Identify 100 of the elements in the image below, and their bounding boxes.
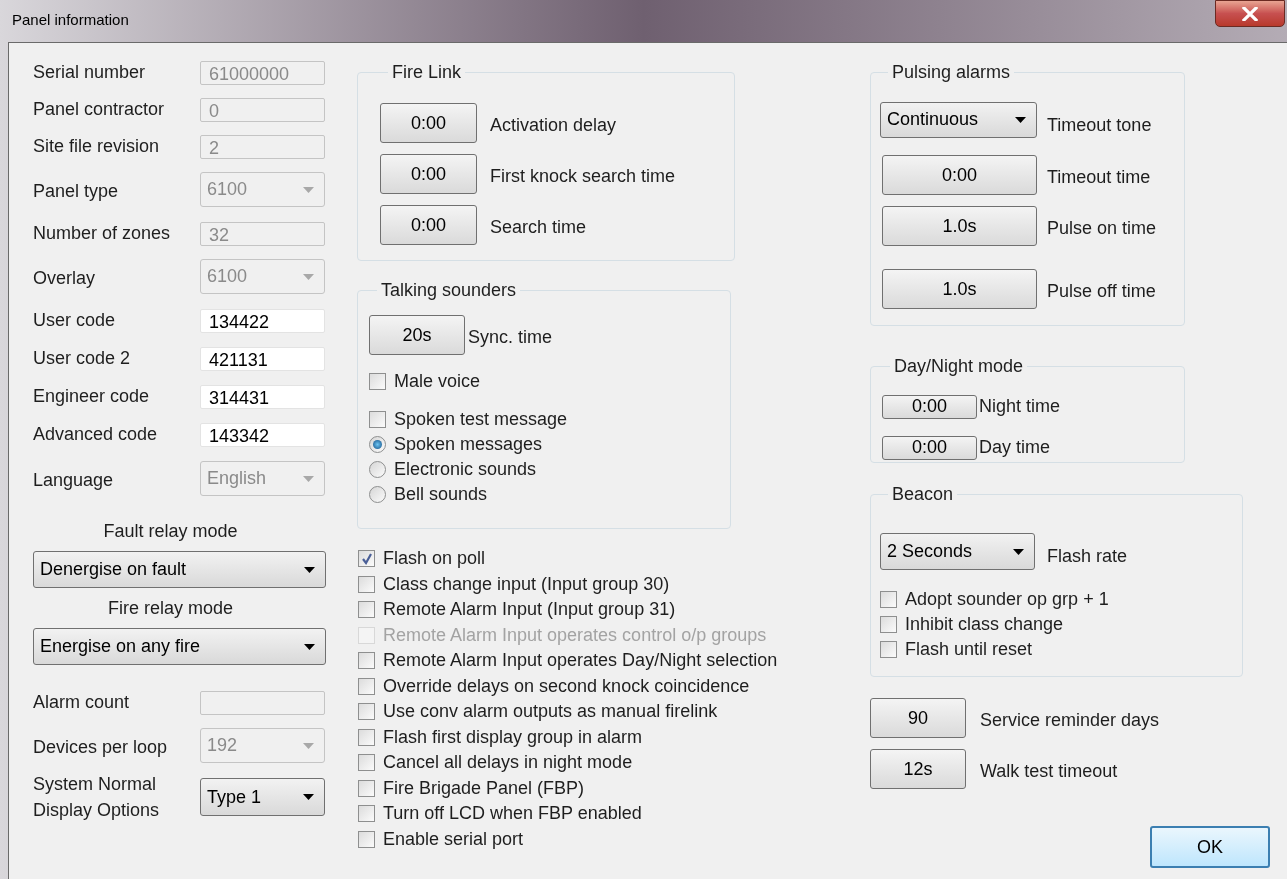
dropdown[interactable]: Type 1 <box>200 778 325 816</box>
field-label: User code 2 <box>33 347 132 370</box>
relay-mode-label: Fault relay mode <box>103 519 238 543</box>
checkbox[interactable] <box>358 754 375 772</box>
value-button[interactable]: 0:00 <box>882 394 977 419</box>
field-label: Panel type <box>33 180 120 202</box>
dropdown-arrow-icon <box>1015 116 1026 123</box>
checkbox-label: Remote Alarm Input operates control o/p groups <box>383 623 767 647</box>
value-button[interactable]: 1.0s <box>882 269 1037 309</box>
field-label: Advanced code <box>33 423 159 446</box>
close-button[interactable] <box>1215 0 1285 27</box>
checkbox[interactable] <box>369 411 386 428</box>
radio-button[interactable] <box>369 486 386 503</box>
group-title: Fire Link <box>391 61 463 83</box>
dropdown[interactable]: 2 Seconds <box>880 533 1035 570</box>
input-field[interactable]: 314431 <box>200 385 325 409</box>
field-label: Number of zones <box>33 222 172 245</box>
dropdown[interactable]: Continuous <box>880 101 1037 138</box>
checkbox[interactable] <box>358 652 375 670</box>
checkbox[interactable] <box>358 575 375 593</box>
checkbox-label: Class change input (Input group 30) <box>383 572 670 596</box>
dropdown-arrow-icon <box>303 186 314 193</box>
relay-mode-label: Fire relay mode <box>107 596 233 620</box>
checkbox[interactable] <box>358 601 375 619</box>
value-button[interactable]: 0:00 <box>882 435 977 460</box>
checkbox[interactable] <box>880 616 897 633</box>
setting-label: Day time <box>979 436 1050 459</box>
dropdown-arrow-icon <box>303 794 314 800</box>
value-button[interactable]: 90 <box>870 698 966 738</box>
radio-button[interactable] <box>369 436 386 453</box>
value-button[interactable]: 20s <box>369 315 465 355</box>
radio-label: Spoken messages <box>394 433 543 456</box>
setting-label: Timeout time <box>1047 165 1151 189</box>
checkbox-label: Flash on poll <box>383 547 486 571</box>
setting-label: Search time <box>490 215 587 239</box>
checkbox[interactable] <box>358 728 375 746</box>
input-field[interactable]: 421131 <box>200 347 325 371</box>
checkbox-label: Adopt sounder op grp + 1 <box>905 588 1109 611</box>
input-field[interactable]: 134422 <box>200 309 325 333</box>
field-label: Serial number <box>33 61 147 84</box>
checkbox-label: Enable serial port <box>383 827 524 851</box>
dropdown[interactable]: Denergise on fault <box>33 551 326 588</box>
dropdown-arrow-icon <box>303 742 314 749</box>
checkbox-label: Use conv alarm outputs as manual firelink <box>383 700 718 724</box>
checkbox[interactable] <box>358 779 375 797</box>
field-label: Language <box>33 469 115 491</box>
checkbox-label: Override delays on second knock coincidence <box>383 674 750 698</box>
setting-label: Activation delay <box>490 113 617 137</box>
setting-label: Pulse on time <box>1047 216 1157 240</box>
checkbox[interactable] <box>880 591 897 608</box>
checkbox[interactable] <box>358 830 375 848</box>
group-title: Talking sounders <box>380 279 518 301</box>
checkbox-label: Turn off LCD when FBP enabled <box>383 802 642 826</box>
value-button[interactable]: 0:00 <box>380 205 477 245</box>
setting-label: Flash rate <box>1047 545 1128 568</box>
value-button[interactable]: 0:00 <box>882 155 1037 195</box>
checkbox-label: Remote Alarm Input (Input group 31) <box>383 598 676 622</box>
checkbox-label: Spoken test message <box>394 408 568 431</box>
group-title: Day/Night mode <box>893 355 1025 377</box>
dropdown-arrow-icon <box>303 475 314 482</box>
field-label: Devices per loop <box>33 736 169 758</box>
field-label: Alarm count <box>33 691 131 714</box>
field-label: User code <box>33 309 117 332</box>
dropdown-arrow-icon <box>303 273 314 280</box>
close-icon <box>1242 6 1258 21</box>
setting-label: Night time <box>979 395 1061 418</box>
setting-label: Pulse off time <box>1047 279 1156 303</box>
dropdown-arrow-icon <box>304 566 315 573</box>
checkbox[interactable] <box>358 677 375 695</box>
setting-label: Timeout tone <box>1047 114 1152 137</box>
dropdown[interactable]: Energise on any fire <box>33 628 326 665</box>
value-button[interactable]: 0:00 <box>380 103 477 143</box>
checkbox-label: Male voice <box>394 370 481 393</box>
value-button[interactable]: 0:00 <box>380 154 477 194</box>
radio-label: Bell sounds <box>394 483 488 506</box>
field-label: Engineer code <box>33 385 151 408</box>
radio-button[interactable] <box>369 461 386 478</box>
setting-label: Service reminder days <box>980 708 1160 732</box>
radio-label: Electronic sounds <box>394 458 537 481</box>
group-title: Pulsing alarms <box>891 61 1012 83</box>
checkbox-label: Fire Brigade Panel (FBP) <box>383 776 585 800</box>
input-field[interactable]: 143342 <box>200 423 325 447</box>
setting-label: Sync. time <box>468 325 553 349</box>
checkbox-label: Remote Alarm Input operates Day/Night selection <box>383 649 778 673</box>
setting-label: Walk test timeout <box>980 759 1118 783</box>
checkbox[interactable] <box>358 805 375 823</box>
checkbox[interactable] <box>358 703 375 721</box>
checkbox[interactable] <box>369 373 386 390</box>
checkbox[interactable] <box>358 550 375 568</box>
checkbox-label: Cancel all delays in night mode <box>383 751 633 775</box>
field-label: Site file revision <box>33 135 161 158</box>
dropdown-arrow-icon <box>304 643 315 650</box>
checkbox-label: Inhibit class change <box>905 613 1064 636</box>
dropdown-arrow-icon <box>1013 548 1024 555</box>
value-button[interactable]: 1.0s <box>882 206 1037 246</box>
ok-button[interactable]: OK <box>1150 826 1270 868</box>
group-title: Beacon <box>891 483 955 505</box>
value-button[interactable]: 12s <box>870 749 966 789</box>
checkbox[interactable] <box>880 641 897 658</box>
setting-label: First knock search time <box>490 164 676 188</box>
